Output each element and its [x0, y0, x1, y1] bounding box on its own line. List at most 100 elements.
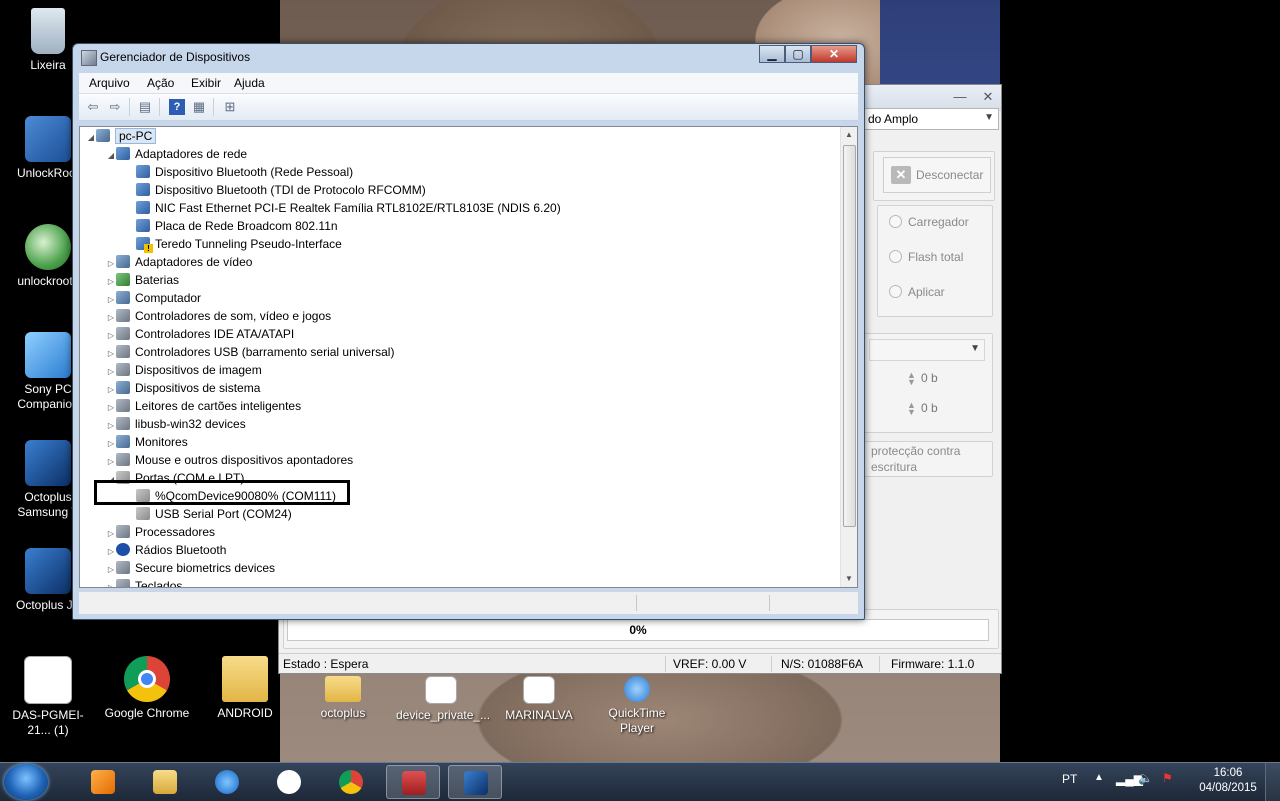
view-icon[interactable]: ▦: [191, 99, 207, 115]
menu-exibir[interactable]: Exibir: [191, 76, 221, 90]
status-state: Estado : Espera: [283, 657, 369, 671]
device-manager-window: Gerenciador de Dispositivos ▁ ▢ ✕ Arquiv…: [72, 43, 865, 620]
disconnect-button[interactable]: ✕ Desconectar: [883, 157, 991, 193]
menu-ajuda[interactable]: Ajuda: [234, 76, 265, 90]
desktop-icon-octoplus-folder[interactable]: octoplus: [298, 676, 388, 721]
desktop-icon-quicktime[interactable]: QuickTime Player: [592, 676, 682, 736]
device-manager-icon: [81, 50, 97, 66]
tree-category[interactable]: ▷ Controladores IDE ATA/ATAPI: [106, 325, 294, 343]
tree-root[interactable]: ◢ pc-PC: [86, 127, 157, 145]
tree-device[interactable]: NIC Fast Ethernet PCI-E Realtek Família …: [136, 199, 561, 217]
tree-category[interactable]: ▷ Dispositivos de sistema: [106, 379, 260, 397]
options-combo[interactable]: ▼: [869, 339, 985, 361]
close-button[interactable]: ✕: [977, 89, 999, 105]
window-title: Gerenciador de Dispositivos: [100, 50, 251, 64]
taskbar-device-manager[interactable]: [386, 765, 440, 799]
tree-scrollbar[interactable]: ▲ ▼: [840, 127, 857, 587]
tree-category[interactable]: ▷ Controladores USB (barramento serial un…: [106, 343, 394, 361]
camera-icon: [116, 363, 130, 376]
clock[interactable]: 16:06 04/08/2015: [1192, 766, 1264, 796]
tree-device[interactable]: Placa de Rede Broadcom 802.11n: [136, 217, 338, 235]
properties-icon[interactable]: ▤: [137, 99, 153, 115]
scrollbar-thumb[interactable]: [843, 145, 856, 527]
radio-carregador[interactable]: Carregador: [889, 215, 969, 229]
language-indicator[interactable]: PT: [1062, 772, 1077, 786]
protect-text: protecção contra escritura: [871, 444, 961, 474]
desktop-icon-google-chrome[interactable]: Google Chrome: [102, 656, 192, 721]
internet-explorer-icon: [215, 770, 239, 794]
taskbar-chrome[interactable]: [324, 765, 378, 799]
show-desktop-button[interactable]: [1265, 763, 1280, 801]
battery-icon: [116, 273, 130, 286]
sony-companion-icon: [25, 332, 71, 378]
menu-arquivo[interactable]: Arquivo: [89, 76, 130, 90]
taskbar-internet-explorer[interactable]: [200, 765, 254, 799]
spin-field-1[interactable]: ▲ ▼ 0 b: [907, 370, 938, 386]
tree-category[interactable]: ▷ Monitores: [106, 433, 188, 451]
tree-category[interactable]: ▷ Processadores: [106, 523, 215, 541]
taskbar-media-player[interactable]: [76, 765, 130, 799]
tree-category[interactable]: ▷ Baterias: [106, 271, 179, 289]
forward-icon[interactable]: ⇨: [107, 99, 123, 115]
close-button[interactable]: ✕: [811, 45, 857, 63]
tree-device[interactable]: Dispositivo Bluetooth (TDI de Protocolo …: [136, 181, 426, 199]
folder-icon: [153, 770, 177, 794]
maximize-button[interactable]: ▢: [785, 45, 811, 63]
tree-category[interactable]: ▷ Controladores de som, vídeo e jogos: [106, 307, 331, 325]
scan-hardware-icon[interactable]: ⊞: [222, 99, 238, 115]
tree-category-network[interactable]: ◢ Adaptadores de rede: [106, 145, 247, 163]
recycle-bin-icon: [31, 8, 65, 54]
menu-acao[interactable]: Ação: [147, 76, 174, 90]
disconnect-icon: ✕: [891, 166, 911, 184]
spin-field-2[interactable]: ▲ ▼ 0 b: [907, 400, 938, 416]
minimize-button[interactable]: ▁: [759, 45, 785, 63]
taskbar: PT ▲ ▂▄▆ 🔈 ⚑ 16:06 04/08/2015: [0, 762, 1280, 801]
computer-icon: [116, 291, 130, 304]
tree-device[interactable]: Teredo Tunneling Pseudo-Interface: [136, 235, 342, 253]
desktop-icon-marinalva[interactable]: MARINALVA: [494, 676, 584, 723]
action-center-icon[interactable]: ⚑: [1162, 771, 1173, 785]
menu-bar: Arquivo Ação Exibir Ajuda: [79, 73, 858, 94]
pdf-document-icon: [523, 676, 555, 704]
smart-card-icon: [116, 399, 130, 412]
taskbar-search-app[interactable]: [262, 765, 316, 799]
tree-category[interactable]: ▷ Mouse e outros dispositivos apontadores: [106, 451, 353, 469]
radio-flash-total[interactable]: Flash total: [889, 250, 963, 264]
help-icon[interactable]: ?: [169, 99, 185, 115]
octoplus-samsung-icon: [25, 440, 71, 486]
desktop-icon-device-private[interactable]: device_private_...: [396, 676, 490, 723]
back-icon[interactable]: ⇦: [85, 99, 101, 115]
file-icon: [425, 676, 457, 704]
tree-device[interactable]: USB Serial Port (COM24): [136, 505, 292, 523]
octoplus-icon: [464, 771, 488, 795]
scroll-down-icon[interactable]: ▼: [841, 571, 857, 587]
minimize-button[interactable]: —: [949, 89, 971, 105]
mode-combo[interactable]: do Amplo ▼: [861, 108, 999, 130]
tree-category[interactable]: ▷ Leitores de cartões inteligentes: [106, 397, 301, 415]
device-tree: ◢ pc-PC ◢ Adaptadores de rede Dispositivo …: [79, 126, 858, 588]
desktop-icon-android[interactable]: ANDROID: [200, 656, 290, 721]
tree-device[interactable]: Dispositivo Bluetooth (Rede Pessoal): [136, 163, 353, 181]
volume-icon[interactable]: 🔈: [1138, 771, 1153, 785]
tree-category[interactable]: ▷ libusb-win32 devices: [106, 415, 246, 433]
desktop-icon-das-pgmei[interactable]: DAS-PGMEI-21... (1): [3, 656, 93, 738]
tree-category[interactable]: ▷ Rádios Bluetooth: [106, 541, 226, 559]
tree-category[interactable]: ▷ Dispositivos de imagem: [106, 361, 262, 379]
tree-category[interactable]: ▷ Teclados: [106, 577, 182, 587]
tree-category[interactable]: ▷ Computador: [106, 289, 201, 307]
start-button[interactable]: [4, 764, 48, 800]
tree-category[interactable]: ▷ Secure biometrics devices: [106, 559, 275, 577]
chrome-icon: [339, 770, 363, 794]
show-hidden-icons[interactable]: ▲: [1094, 772, 1104, 783]
tree-category[interactable]: ▷ Adaptadores de vídeo: [106, 253, 252, 271]
network-adapter-icon: [136, 165, 150, 178]
scroll-up-icon[interactable]: ▲: [841, 127, 857, 143]
taskbar-octoplus[interactable]: [448, 765, 502, 799]
progress-bar: 0%: [287, 619, 989, 641]
keyboard-icon: [116, 579, 130, 587]
taskbar-explorer[interactable]: [138, 765, 192, 799]
radio-aplicar[interactable]: Aplicar: [889, 285, 945, 299]
display-adapter-icon: [116, 255, 130, 268]
highlight-box: [94, 480, 350, 505]
network-adapter-icon: [116, 147, 130, 160]
